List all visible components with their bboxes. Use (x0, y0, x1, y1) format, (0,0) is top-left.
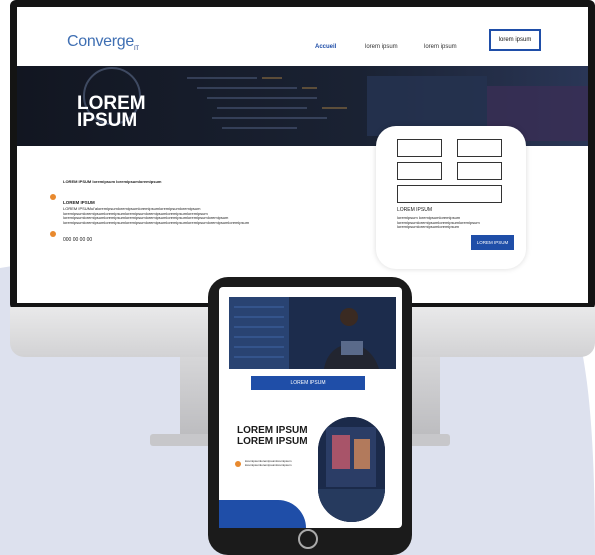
tablet-phone-icon (235, 461, 241, 467)
tablet-heading: LOREM IPSUM LOREM IPSUM (237, 425, 308, 447)
tablet-pill-image (318, 417, 385, 522)
tablet-hero-image (229, 297, 396, 369)
tablet-accent-shape (219, 500, 306, 528)
form-field-message[interactable] (397, 185, 502, 203)
location-icon (50, 194, 56, 200)
logo-suffix: IT (133, 46, 139, 53)
form-label: LOREM IPSUM (397, 207, 433, 213)
nav-button[interactable]: lorem ipsum (489, 29, 541, 51)
contact-item-title: LOREM IPSUM (63, 200, 95, 205)
phone-icon (50, 231, 56, 237)
intro-text: LOREM IPSUM loremipsum loremipsumloremip… (63, 179, 162, 184)
contact-item-text: LOREM IPSUMul'aloremipsumloremipsumlorem… (63, 206, 250, 225)
form-field-4[interactable] (457, 162, 502, 180)
form-field-1[interactable] (397, 139, 442, 157)
form-text: loremipsum loremipsumloremipsum loremips… (397, 215, 480, 229)
logo-text: Converge (67, 33, 134, 50)
phone-number: 000 00 00 00 (63, 237, 93, 243)
tablet-contact-text: loremipsumloremipsumloremipsum loremipsu… (245, 459, 292, 467)
form-field-2[interactable] (457, 139, 502, 157)
nav-link-2[interactable]: lorem ipsum (365, 44, 398, 50)
logo[interactable]: ConvergeIT (67, 33, 139, 52)
tablet-cta-button[interactable]: LOREM IPSUM (251, 376, 365, 390)
tablet-home-button[interactable] (298, 529, 318, 549)
form-submit-button[interactable]: LOREM IPSUM (471, 235, 514, 250)
nav-link-3[interactable]: lorem ipsum (424, 44, 457, 50)
form-field-3[interactable] (397, 162, 442, 180)
nav-home-link[interactable]: Accueil (315, 44, 336, 50)
banner-title: LOREM IPSUM (77, 93, 146, 131)
